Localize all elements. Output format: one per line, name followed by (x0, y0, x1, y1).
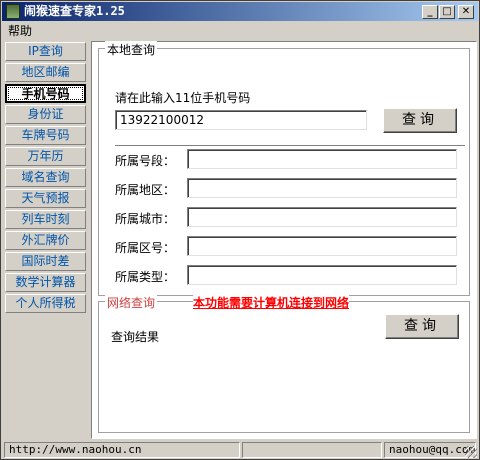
sidebar-item-mobile-number[interactable]: 手机号码 (5, 84, 86, 103)
title-bar[interactable]: 闹猴速查专家1.25 _ □ ✕ (2, 2, 478, 21)
status-bar: http://www.naohou.cn naohou@qq.com (2, 441, 478, 459)
menu-help[interactable]: 帮助 (8, 24, 32, 38)
main-window: 闹猴速查专家1.25 _ □ ✕ 帮助 IP查询 地区邮编 手机号码 身份证 车… (0, 0, 480, 460)
window-title: 闹猴速查专家1.25 (24, 4, 125, 18)
network-notice[interactable]: 本功能需要计算机连接到网络 (193, 294, 350, 311)
sidebar-item-domain-query[interactable]: 域名查询 (5, 168, 86, 187)
divider (115, 145, 465, 147)
network-query-button[interactable]: 查询 (385, 314, 459, 339)
status-empty (242, 442, 382, 458)
field-label-type: 所属类型： (115, 270, 176, 284)
city-field[interactable] (187, 207, 457, 227)
sidebar-item-weather[interactable]: 天气预报 (5, 189, 86, 208)
sidebar-item-id-card[interactable]: 身份证 (5, 105, 86, 124)
maximize-button[interactable]: □ (439, 5, 455, 19)
menu-bar: 帮助 (2, 22, 478, 40)
sidebar-item-exchange-rate[interactable]: 外汇牌价 (5, 231, 86, 250)
content-panel: 本地查询 请在此输入11位手机号码 查询 所属号段： 所属地区： 所属城市： 所… (91, 41, 477, 439)
local-query-button[interactable]: 查询 (383, 108, 457, 133)
phone-prompt: 请在此输入11位手机号码 (115, 91, 251, 105)
field-label-region: 所属地区： (115, 183, 176, 197)
field-label-segment: 所属号段： (115, 154, 176, 168)
status-url: http://www.naohou.cn (4, 442, 240, 458)
close-button[interactable]: ✕ (458, 5, 474, 19)
local-query-legend: 本地查询 (105, 41, 158, 58)
field-label-city: 所属城市： (115, 212, 176, 226)
region-field[interactable] (187, 178, 457, 198)
sidebar-item-train-schedule[interactable]: 列车时刻 (5, 210, 86, 229)
sidebar-item-license-plate[interactable]: 车牌号码 (5, 126, 86, 145)
sidebar-item-calculator[interactable]: 数学计算器 (5, 273, 86, 292)
sidebar-item-time-difference[interactable]: 国际时差 (5, 252, 86, 271)
sidebar: IP查询 地区邮编 手机号码 身份证 车牌号码 万年历 域名查询 天气预报 列车… (5, 42, 91, 315)
phone-input[interactable] (115, 110, 367, 130)
sidebar-item-income-tax[interactable]: 个人所得税 (5, 294, 86, 313)
sidebar-item-ip-query[interactable]: IP查询 (5, 42, 86, 61)
local-query-group: 本地查询 请在此输入11位手机号码 查询 所属号段： 所属地区： 所属城市： 所… (98, 41, 470, 296)
status-email: naohou@qq.com (384, 442, 476, 458)
minimize-button[interactable]: _ (422, 5, 438, 19)
segment-field[interactable] (187, 149, 457, 169)
field-label-area-code: 所属区号： (115, 241, 176, 255)
result-label: 查询结果 (111, 330, 160, 344)
resize-grip[interactable] (465, 446, 477, 458)
sidebar-item-calendar[interactable]: 万年历 (5, 147, 86, 166)
sidebar-item-postcode[interactable]: 地区邮编 (5, 63, 86, 82)
network-query-group: 网络查询 本功能需要计算机连接到网络 查询结果 查询 (98, 294, 470, 433)
type-field[interactable] (187, 265, 457, 285)
network-query-legend: 网络查询 (105, 294, 158, 311)
area-code-field[interactable] (187, 236, 457, 256)
app-icon (6, 4, 20, 19)
